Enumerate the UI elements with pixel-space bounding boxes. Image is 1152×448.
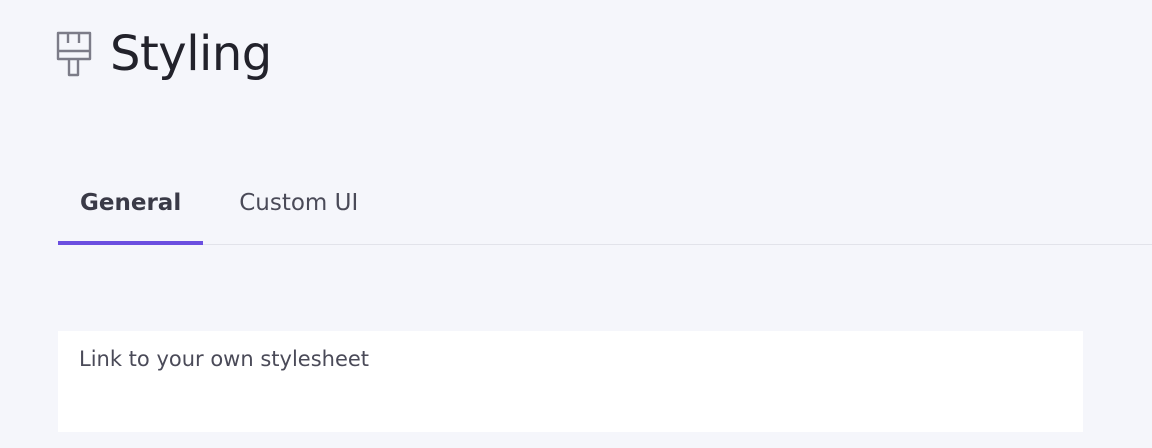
- page-header: Styling: [56, 24, 272, 84]
- stylesheet-card: Link to your own stylesheet: [58, 331, 1083, 432]
- paintbrush-icon: [56, 31, 92, 77]
- tab-custom-ui[interactable]: Custom UI: [217, 180, 380, 244]
- page-title: Styling: [110, 26, 272, 82]
- stylesheet-label: Link to your own stylesheet: [79, 347, 370, 371]
- tab-general[interactable]: General: [58, 180, 204, 245]
- tab-bar: General Custom UI: [58, 180, 1152, 245]
